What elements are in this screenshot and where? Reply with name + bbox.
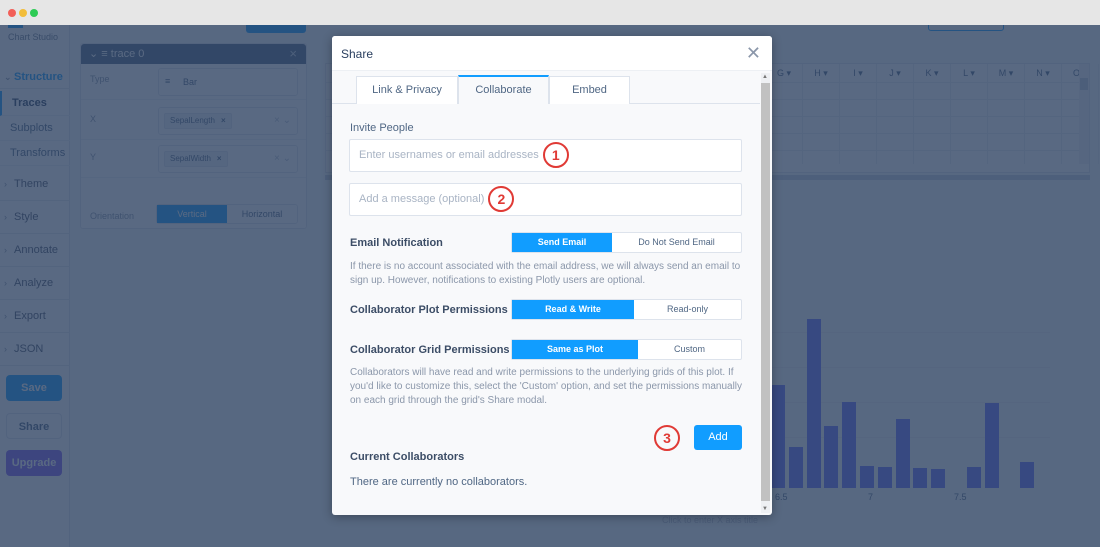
modal-header: Share ✕ xyxy=(332,36,772,71)
share-tabs: Link & Privacy Collaborate Embed xyxy=(332,71,760,104)
scrollbar-thumb[interactable] xyxy=(761,83,770,501)
window-minimize-button[interactable] xyxy=(19,9,27,17)
scroll-down-icon[interactable]: ▼ xyxy=(762,506,768,512)
send-email-option[interactable]: Send Email xyxy=(512,233,612,252)
tab-embed[interactable]: Embed xyxy=(549,76,630,104)
read-write-option[interactable]: Read & Write xyxy=(512,300,634,319)
invite-placeholder: Enter usernames or email addresses xyxy=(359,149,539,161)
current-collaborators-label: Current Collaborators xyxy=(350,451,465,463)
message-input[interactable]: Add a message (optional) 2 xyxy=(349,183,742,216)
annotation-marker-3: 3 xyxy=(654,425,680,451)
email-notification-help: If there is no account associated with t… xyxy=(350,261,741,286)
read-only-option[interactable]: Read-only xyxy=(634,300,741,319)
plot-permissions-toggle: Read & Write Read-only xyxy=(511,299,742,320)
window-maximize-button[interactable] xyxy=(30,9,38,17)
invite-people-label: Invite People xyxy=(350,122,414,134)
window-close-button[interactable] xyxy=(8,9,16,17)
window-titlebar xyxy=(0,0,1100,25)
plot-permissions-label: Collaborator Plot Permissions xyxy=(350,304,508,316)
modal-title: Share xyxy=(341,47,374,61)
custom-option[interactable]: Custom xyxy=(638,340,741,359)
same-as-plot-option[interactable]: Same as Plot xyxy=(512,340,638,359)
grid-permissions-help: Collaborators will have read and write p… xyxy=(350,367,743,406)
email-notification-label: Email Notification xyxy=(350,237,443,249)
annotation-marker-2: 2 xyxy=(488,186,515,213)
message-placeholder: Add a message (optional) xyxy=(359,193,485,205)
no-collaborators-text: There are currently no collaborators. xyxy=(350,476,528,488)
do-not-send-email-option[interactable]: Do Not Send Email xyxy=(612,233,741,252)
share-modal: Share ✕ Link & Privacy Collaborate Embed… xyxy=(332,36,772,515)
modal-scrollbar[interactable]: ▲ ▼ xyxy=(761,73,770,513)
invite-input[interactable]: Enter usernames or email addresses 1 xyxy=(349,139,742,172)
scroll-up-icon[interactable]: ▲ xyxy=(762,74,768,80)
email-notification-toggle: Send Email Do Not Send Email xyxy=(511,232,742,253)
annotation-marker-1: 1 xyxy=(542,142,569,169)
tab-link-privacy[interactable]: Link & Privacy xyxy=(356,76,458,104)
tab-collaborate[interactable]: Collaborate xyxy=(458,75,549,104)
grid-permissions-label: Collaborator Grid Permissions xyxy=(350,344,510,356)
add-collaborator-button[interactable]: Add xyxy=(694,425,742,450)
grid-permissions-toggle: Same as Plot Custom xyxy=(511,339,742,360)
close-icon[interactable]: ✕ xyxy=(746,43,761,64)
